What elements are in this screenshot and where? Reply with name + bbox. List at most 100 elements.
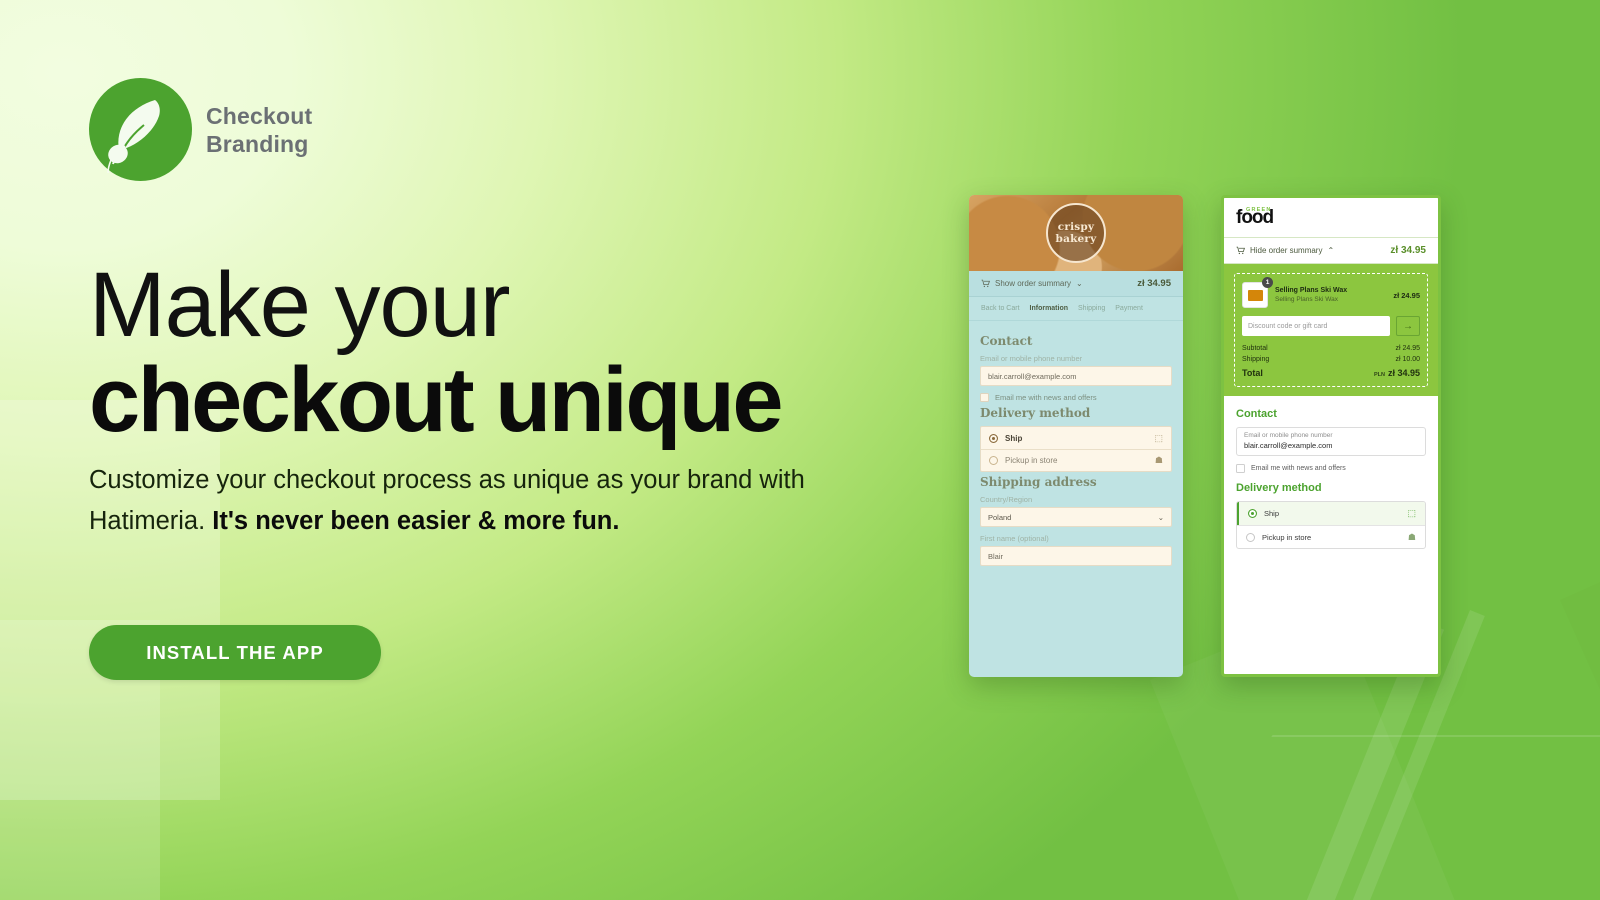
order-summary-toggle-label[interactable]: Hide order summary ⌃ [1236, 246, 1390, 255]
delivery-method-heading: Delivery method [1236, 482, 1322, 494]
checkout-breadcrumb: Back to Cart Information Shipping Paymen… [969, 297, 1183, 321]
hide-order-summary-text: Hide order summary [1250, 246, 1323, 255]
product-variant: Selling Plans Ski Wax [1275, 296, 1338, 303]
order-summary-toggle-label[interactable]: Show order summary ⌄ [981, 279, 1137, 288]
hero-subtitle: Customize your checkout process as uniqu… [89, 460, 829, 542]
checkout-preview-greenfood: GREEN food Hide order summary ⌃ zł 34.95… [1221, 195, 1441, 677]
shipping-row: Shipping zł 10.00 [1242, 356, 1420, 363]
brand-name: Checkout Branding [206, 102, 312, 158]
discount-code-row: Discount code or gift card → [1242, 316, 1420, 336]
total-row: Total PLN zł 34.95 [1242, 368, 1420, 378]
delivery-option-pickup[interactable]: Pickup in store ☗ [981, 449, 1171, 471]
subtotal-value: zł 24.95 [1395, 345, 1420, 352]
delivery-option-pickup[interactable]: Pickup in store ☗ [1237, 525, 1425, 548]
country-select-value: Poland [988, 512, 1012, 522]
country-field-label: Country/Region [980, 495, 1033, 504]
truck-icon: ⬚ [1407, 508, 1416, 518]
total-label: Total [1242, 368, 1263, 378]
discount-code-input[interactable]: Discount code or gift card [1242, 316, 1390, 336]
greenfood-header: GREEN food [1224, 198, 1438, 238]
bakery-hero-image: crispy bakery [969, 195, 1183, 271]
radio-pickup[interactable] [989, 456, 998, 465]
headline-bold: checkout unique [89, 349, 784, 451]
contact-heading: Contact [980, 334, 1033, 348]
checkout-preview-bakery: crispy bakery Show order summary ⌄ zł 34… [969, 195, 1183, 677]
order-summary-toggle-bar[interactable]: Show order summary ⌄ zł 34.95 [969, 271, 1183, 297]
store-icon: ☗ [1407, 531, 1416, 542]
quantity-badge: 1 [1262, 277, 1273, 288]
newsletter-label: Email me with news and offers [995, 393, 1097, 402]
breadcrumb-back-to-cart[interactable]: Back to Cart [981, 305, 1020, 312]
contact-heading: Contact [1236, 408, 1277, 420]
truck-icon: ⬚ [1154, 432, 1163, 443]
delivery-option-pickup-label: Pickup in store [1005, 456, 1058, 465]
headline-light: Make your [89, 254, 511, 356]
subtitle-bold: It's never been easier & more fun. [212, 507, 620, 535]
newsletter-checkbox[interactable] [1236, 464, 1245, 473]
order-total-amount: zł 34.95 [1390, 245, 1426, 256]
brand-lockup: Checkout Branding [89, 78, 312, 181]
shipping-value: zł 10.00 [1395, 356, 1420, 363]
hero-left-column: Checkout Branding Make your checkout uni… [89, 0, 889, 900]
order-summary-toggle-bar[interactable]: Hide order summary ⌃ zł 34.95 [1224, 238, 1438, 264]
chevron-down-icon: ⌄ [1076, 279, 1083, 288]
decorative-stripe-3 [1560, 575, 1600, 900]
bakery-logo-line2: bakery [1055, 233, 1097, 245]
bakery-logo: crispy bakery [1046, 203, 1106, 263]
country-select[interactable]: Poland ⌄ [980, 507, 1172, 527]
page-title: Make your checkout unique [89, 258, 849, 448]
product-price: zł 24.95 [1393, 290, 1420, 300]
delivery-method-options: Ship ⬚ Pickup in store ☗ [980, 426, 1172, 472]
checkout-form-greenfood: Contact Email or mobile phone number bla… [1224, 396, 1438, 549]
firstname-field-label: First name (optional) [980, 534, 1049, 543]
delivery-option-ship-label: Ship [1005, 433, 1023, 443]
store-icon: ☗ [1154, 455, 1163, 465]
total-amount-group: PLN zł 34.95 [1374, 368, 1420, 378]
discount-apply-button[interactable]: → [1396, 316, 1420, 336]
line-item: 1 Selling Plans Ski Wax Selling Plans Sk… [1242, 277, 1420, 308]
email-field-label: Email or mobile phone number [980, 354, 1083, 363]
delivery-option-ship-label: Ship [1264, 509, 1280, 518]
total-currency: PLN [1373, 372, 1385, 378]
delivery-method-heading: Delivery method [980, 406, 1091, 420]
greenfood-logo-small: GREEN [1246, 207, 1272, 213]
newsletter-checkbox-row[interactable]: Email me with news and offers [1236, 464, 1426, 473]
delivery-method-options: Ship ⬚ Pickup in store ☗ [1236, 501, 1426, 549]
show-order-summary-text: Show order summary [995, 279, 1072, 288]
order-total-amount: zł 34.95 [1137, 278, 1171, 289]
subtotal-label: Subtotal [1242, 345, 1268, 352]
breadcrumb-shipping[interactable]: Shipping [1078, 305, 1105, 312]
chevron-up-icon: ⌃ [1327, 246, 1335, 255]
leaf-brush-icon [89, 78, 192, 181]
email-field[interactable]: blair.carroll@example.com [980, 366, 1172, 386]
delivery-option-ship[interactable]: Ship ⬚ [1237, 502, 1425, 525]
greenfood-logo: GREEN food [1236, 207, 1274, 227]
product-names: Selling Plans Ski Wax Selling Plans Ski … [1275, 286, 1386, 304]
install-the-app-button[interactable]: INSTALL THE APP [89, 625, 381, 680]
newsletter-label: Email me with news and offers [1251, 465, 1346, 472]
product-title: Selling Plans Ski Wax [1275, 287, 1348, 294]
radio-ship[interactable] [989, 433, 998, 443]
email-field[interactable]: Email or mobile phone number blair.carro… [1236, 427, 1426, 456]
delivery-option-ship[interactable]: Ship ⬚ [981, 427, 1171, 449]
radio-pickup[interactable] [1246, 532, 1255, 542]
cart-icon [1236, 246, 1245, 255]
newsletter-checkbox[interactable] [980, 393, 989, 402]
brand-line-1: Checkout [206, 102, 313, 129]
breadcrumb-payment[interactable]: Payment [1115, 305, 1143, 312]
product-image-icon [1247, 289, 1263, 301]
order-summary-panel: 1 Selling Plans Ski Wax Selling Plans Sk… [1224, 264, 1438, 396]
shipping-address-heading: Shipping address [980, 475, 1097, 489]
firstname-field[interactable]: Blair [980, 546, 1172, 566]
chevron-down-icon: ⌄ [1157, 512, 1164, 522]
decorative-hexagon-outline [1090, 735, 1600, 900]
order-summary-dashed-box: 1 Selling Plans Ski Wax Selling Plans Sk… [1234, 273, 1428, 387]
breadcrumb-information[interactable]: Information [1030, 305, 1069, 312]
bakery-logo-line1: crispy [1057, 221, 1095, 233]
radio-ship[interactable] [1248, 509, 1257, 518]
brand-line-2: Branding [206, 130, 309, 157]
product-thumbnail-wrap: 1 [1242, 277, 1273, 308]
subtotal-row: Subtotal zł 24.95 [1242, 345, 1420, 352]
email-field-label: Email or mobile phone number [1244, 432, 1333, 439]
newsletter-checkbox-row[interactable]: Email me with news and offers [980, 393, 1172, 402]
